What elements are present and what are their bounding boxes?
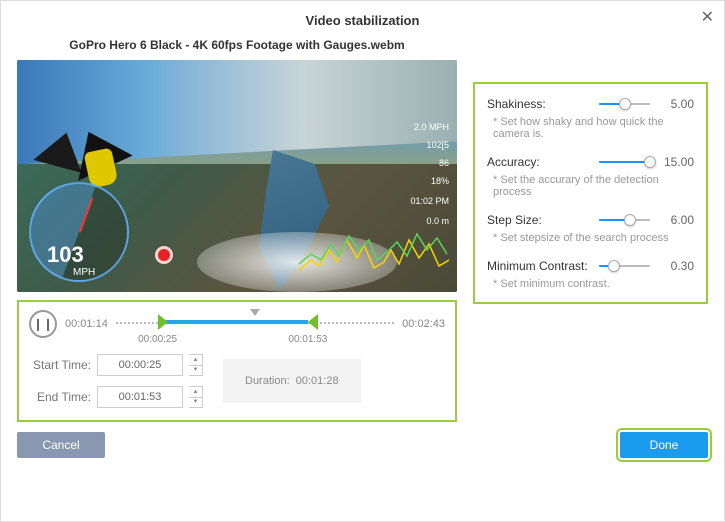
gauge-unit: MPH <box>73 267 95 278</box>
setting-label: Shakiness: <box>487 97 591 111</box>
start-time-spinner[interactable]: ▲▼ <box>189 354 203 376</box>
timeline-panel: ❙❙ 00:01:14 00:00:25 00:01:53 00:02:43 <box>17 300 457 422</box>
speed-gauge: 103 MPH <box>29 182 129 282</box>
chevron-up-icon[interactable]: ▲ <box>189 387 202 398</box>
setting-value: 0.30 <box>658 259 694 273</box>
duration-label: Duration: <box>245 375 290 387</box>
video-stabilization-dialog: ✕ Video stabilization GoPro Hero 6 Black… <box>0 0 725 522</box>
setting-label: Minimum Contrast: <box>487 259 591 273</box>
timeline-current-time: 00:01:14 <box>65 318 108 330</box>
path-graph-icon <box>299 220 449 280</box>
timeline-track[interactable]: 00:00:25 00:01:53 <box>116 316 394 332</box>
gauge-speed-value: 103 <box>47 242 84 268</box>
start-time-input[interactable]: 00:00:25 <box>97 354 183 376</box>
end-time-label: End Time: <box>29 390 91 404</box>
setting-stepsize: Step Size: 6.00 * Set stepsize of the se… <box>487 212 694 244</box>
accuracy-slider[interactable] <box>599 154 650 170</box>
range-end-handle[interactable] <box>308 314 318 330</box>
setting-value: 15.00 <box>658 155 694 169</box>
shakiness-slider[interactable] <box>599 96 650 112</box>
end-time-input[interactable]: 00:01:53 <box>97 386 183 408</box>
close-icon[interactable]: ✕ <box>701 7 714 27</box>
dialog-title: Video stabilization <box>1 1 724 38</box>
overlay-p2: 18% <box>431 176 449 186</box>
setting-desc: * Set how shaky and how quick the camera… <box>493 116 694 140</box>
setting-desc: * Set the accurary of the detection proc… <box>493 174 694 198</box>
contrast-slider[interactable] <box>599 258 650 274</box>
video-filename: GoPro Hero 6 Black - 4K 60fps Footage wi… <box>17 38 457 52</box>
duration-display: Duration: 00:01:28 <box>223 359 361 403</box>
setting-value: 5.00 <box>658 97 694 111</box>
range-end-label: 00:01:53 <box>288 334 327 345</box>
end-time-spinner[interactable]: ▲▼ <box>189 386 203 408</box>
duration-value: 00:01:28 <box>296 375 339 387</box>
pause-button[interactable]: ❙❙ <box>29 310 57 338</box>
setting-label: Step Size: <box>487 213 591 227</box>
setting-contrast: Minimum Contrast: 0.30 * Set minimum con… <box>487 258 694 290</box>
record-icon <box>155 246 173 264</box>
chevron-down-icon[interactable]: ▼ <box>189 398 202 408</box>
chevron-up-icon[interactable]: ▲ <box>189 355 202 366</box>
video-preview[interactable]: 103 MPH 2.0 MPH 102[5 86 18% 01:02 PM 0.… <box>17 60 457 292</box>
overlay-p1: 86 <box>439 158 449 168</box>
setting-desc: * Set stepsize of the search process <box>493 232 694 244</box>
settings-panel: Shakiness: 5.00 * Set how shaky and how … <box>473 82 708 304</box>
playhead-icon[interactable] <box>250 309 260 316</box>
range-start-label: 00:00:25 <box>138 334 177 345</box>
setting-desc: * Set minimum contrast. <box>493 278 694 290</box>
setting-accuracy: Accuracy: 15.00 * Set the accurary of th… <box>487 154 694 198</box>
overlay-speed: 102[5 <box>426 140 449 150</box>
setting-shakiness: Shakiness: 5.00 * Set how shaky and how … <box>487 96 694 140</box>
setting-value: 6.00 <box>658 213 694 227</box>
timeline-total-time: 00:02:43 <box>402 318 445 330</box>
overlay-time: 01:02 PM <box>410 196 449 206</box>
done-button[interactable]: Done <box>620 432 708 458</box>
start-time-label: Start Time: <box>29 358 91 372</box>
setting-label: Accuracy: <box>487 155 591 169</box>
stepsize-slider[interactable] <box>599 212 650 228</box>
overlay-altitude: 2.0 MPH <box>414 122 449 132</box>
chevron-down-icon[interactable]: ▼ <box>189 366 202 376</box>
cancel-button[interactable]: Cancel <box>17 432 105 458</box>
range-start-handle[interactable] <box>158 314 168 330</box>
